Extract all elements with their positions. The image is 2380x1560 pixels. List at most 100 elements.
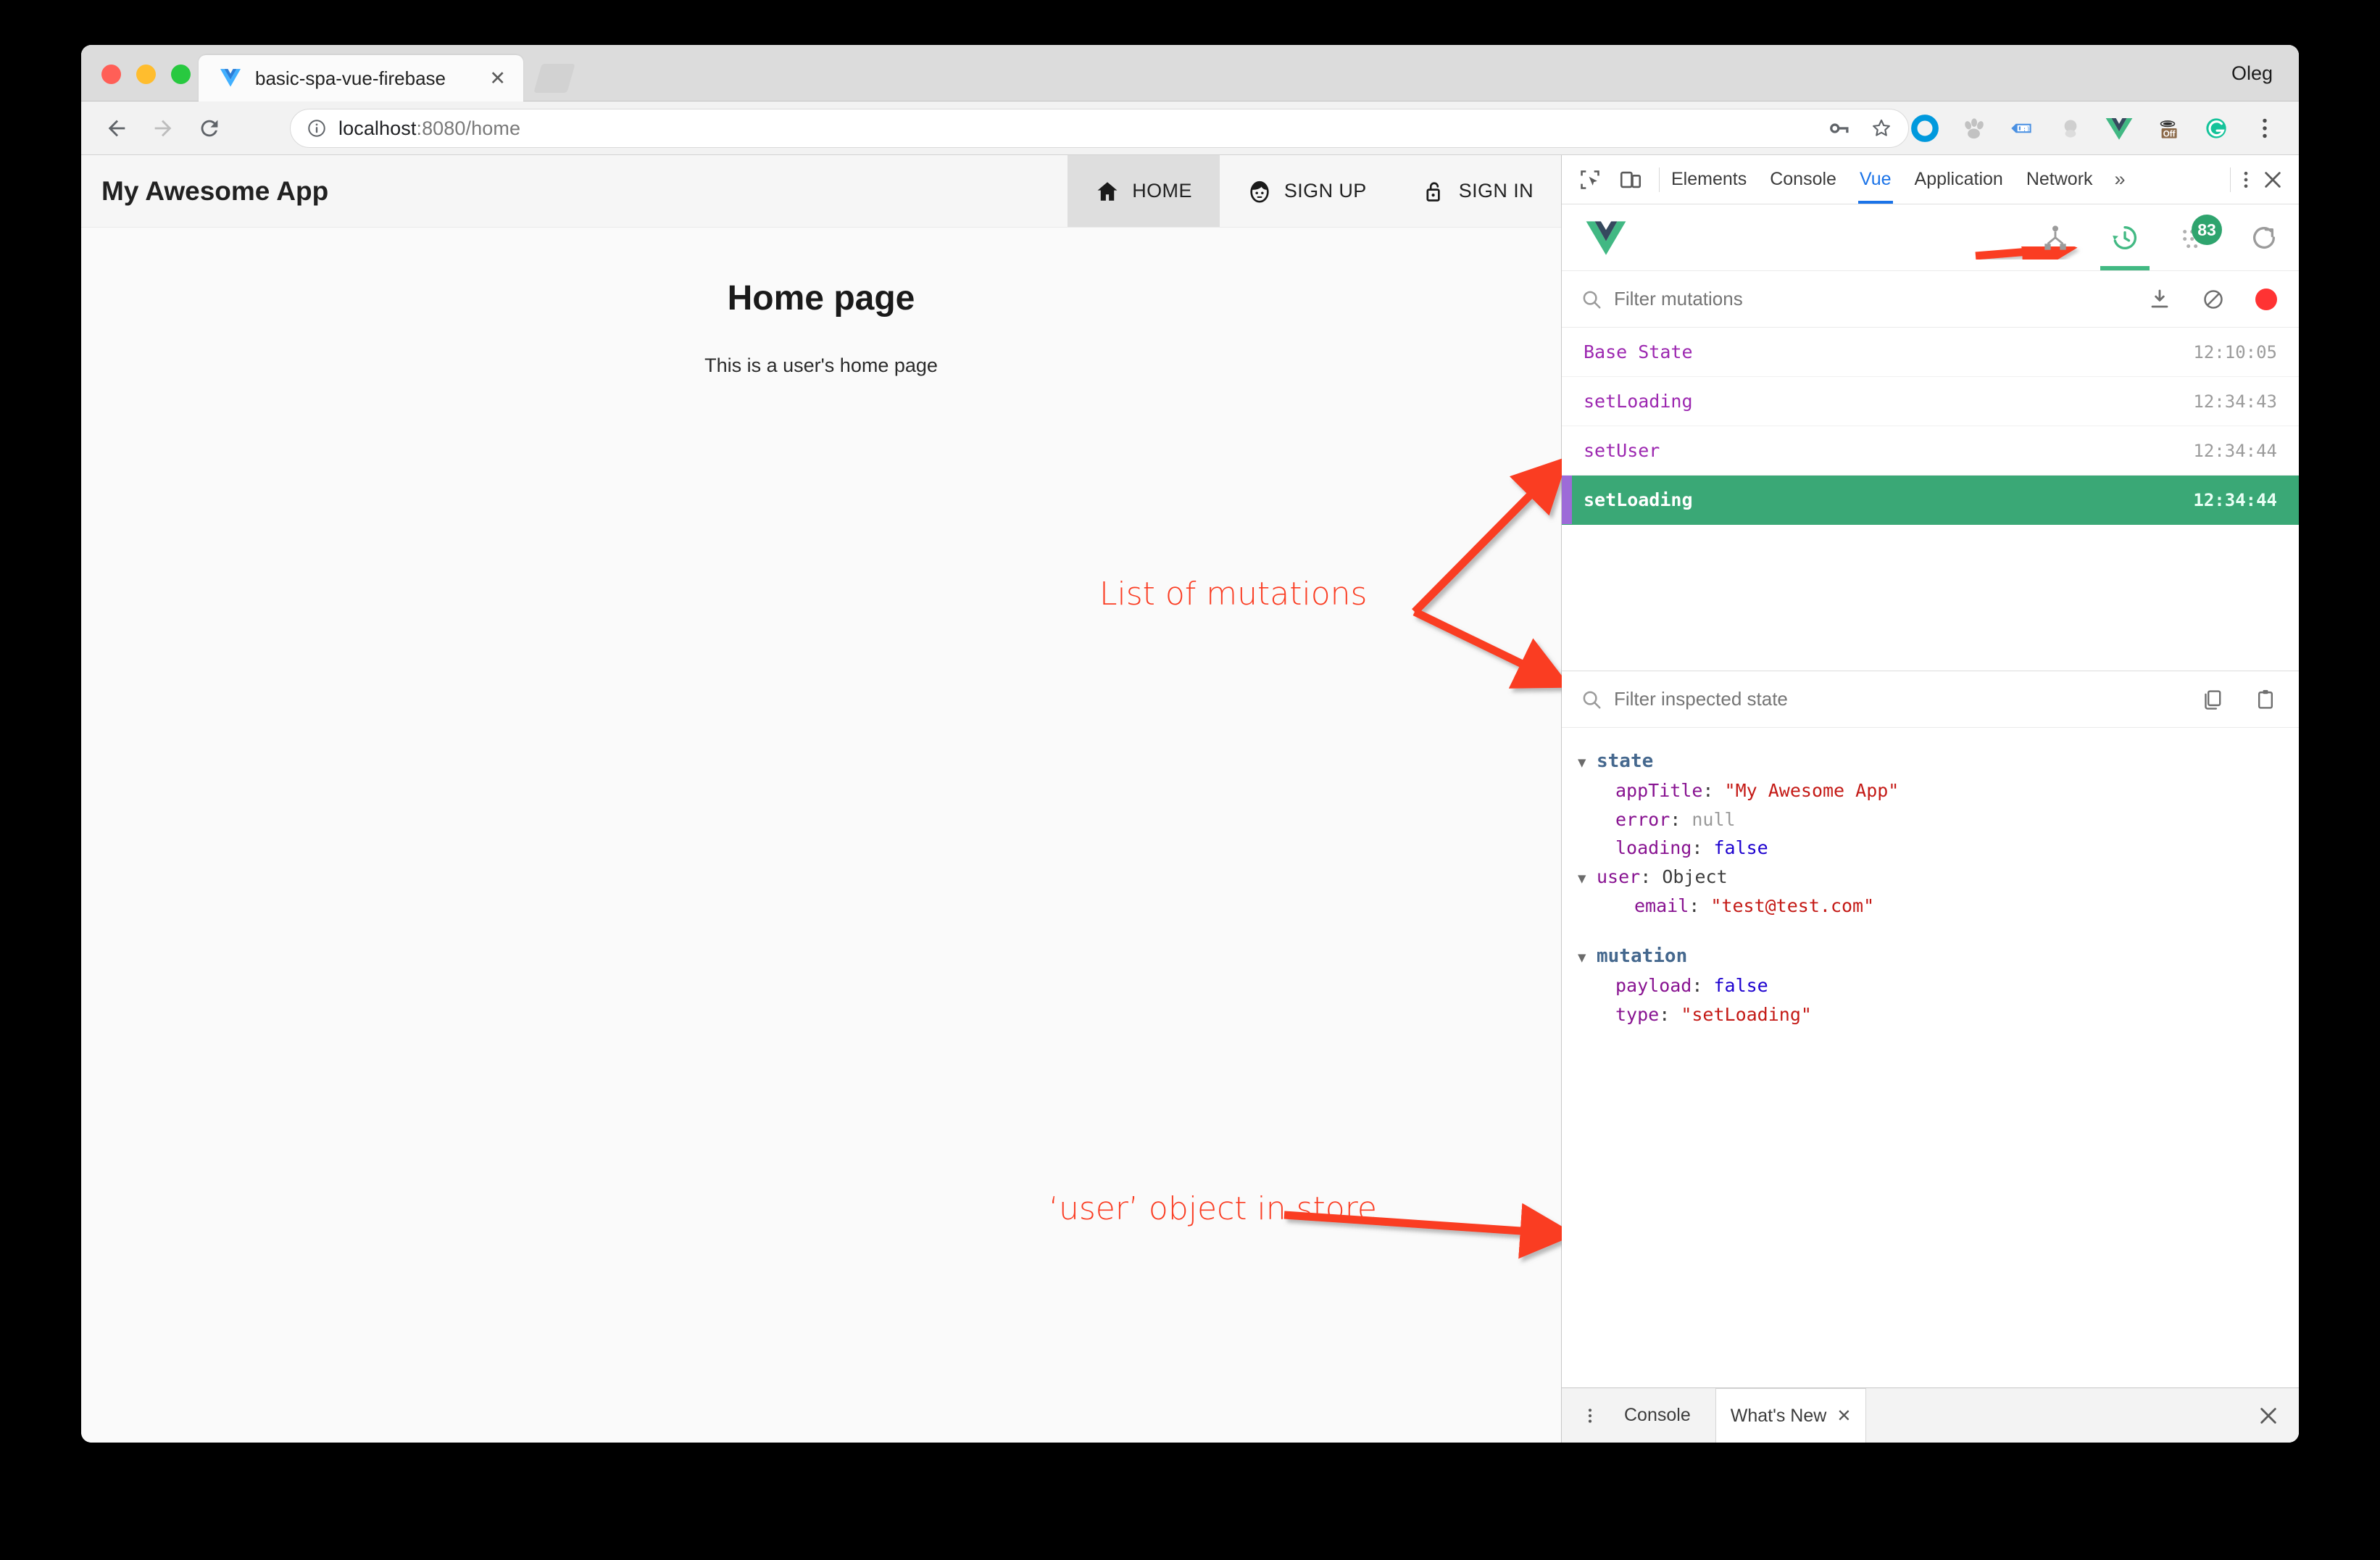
- svg-text::): :): [2023, 125, 2030, 133]
- forward-arrow-icon[interactable]: [151, 116, 175, 141]
- tag-icon[interactable]: :): [2007, 113, 2037, 144]
- paw-icon[interactable]: [1958, 113, 1989, 144]
- chevron-down-icon[interactable]: ▼: [1578, 750, 1597, 776]
- mutation-name: setUser: [1584, 440, 1660, 461]
- vue-action-component-tree[interactable]: [2021, 204, 2090, 270]
- vue-devtools-icon[interactable]: [2104, 113, 2134, 144]
- bookmark-star-icon[interactable]: [1871, 117, 1892, 139]
- search-icon: [1581, 689, 1602, 710]
- record-toggle-icon[interactable]: [2255, 289, 2277, 310]
- close-icon[interactable]: ✕: [489, 69, 506, 88]
- coffee-off-icon[interactable]: Off: [2152, 113, 2183, 144]
- tab-console[interactable]: Console: [1758, 155, 1848, 204]
- tree-value: Object: [1662, 863, 1727, 892]
- drawer-tab-whats-new[interactable]: What's New ✕: [1715, 1388, 1867, 1443]
- mutation-name: setLoading: [1584, 391, 1693, 412]
- tree-row-loading[interactable]: loading: false: [1578, 834, 2299, 863]
- mutations-list: Base State 12:10:05 setLoading 12:34:43 …: [1562, 328, 2299, 671]
- more-tabs-icon[interactable]: »: [2105, 168, 2136, 191]
- vue-action-vuex[interactable]: [2090, 204, 2160, 270]
- tree-row-error[interactable]: error: null: [1578, 805, 2299, 834]
- tab-vue[interactable]: Vue: [1848, 155, 1903, 204]
- browser-tab[interactable]: basic-spa-vue-firebase ✕: [199, 55, 523, 101]
- page-info-icon[interactable]: [307, 118, 327, 138]
- tab-application[interactable]: Application: [1903, 155, 2015, 204]
- browser-toolbar: localhost:8080/home: [81, 101, 2299, 155]
- tab-network[interactable]: Network: [2015, 155, 2105, 204]
- tree-group-state[interactable]: ▼ state: [1578, 747, 2299, 776]
- back-arrow-icon[interactable]: [104, 116, 129, 141]
- mutation-name: setLoading: [1584, 489, 1693, 510]
- drawer-menu-icon[interactable]: [1581, 1404, 1599, 1427]
- tree-group-label: mutation: [1597, 942, 1687, 971]
- tree-value: "My Awesome App": [1725, 776, 1900, 805]
- paste-clipboard-icon[interactable]: [2254, 688, 2277, 711]
- close-devtools-icon[interactable]: [2261, 168, 2284, 191]
- grammarly-icon[interactable]: [2201, 113, 2231, 144]
- tree-value: "test@test.com": [1710, 892, 1874, 921]
- address-bar[interactable]: localhost:8080/home: [290, 109, 1909, 148]
- profile-name[interactable]: Oleg: [2231, 62, 2273, 85]
- copy-icon[interactable]: [2200, 688, 2223, 711]
- maximize-window-button[interactable]: [171, 65, 191, 84]
- close-drawer-icon[interactable]: [2257, 1404, 2280, 1427]
- web-page: My Awesome App HOME: [81, 155, 1562, 1443]
- tree-key: error: [1615, 805, 1670, 834]
- gray-blob-icon[interactable]: [2055, 113, 2086, 144]
- navigation-buttons: [104, 116, 222, 141]
- drawer-tab-label: Console: [1624, 1405, 1691, 1426]
- mutation-row[interactable]: setUser 12:34:44: [1562, 426, 2299, 476]
- omnibox-actions: [1828, 117, 1892, 139]
- minimize-window-button[interactable]: [136, 65, 156, 84]
- chevron-down-icon[interactable]: ▼: [1578, 945, 1597, 971]
- nav-item-signin[interactable]: SIGN IN: [1394, 155, 1561, 227]
- url-host: localhost: [338, 117, 416, 139]
- export-icon[interactable]: [2148, 288, 2171, 311]
- inspector-tree: ▼ state appTitle: "My Awesome App" error…: [1562, 728, 2299, 1387]
- reload-icon[interactable]: [197, 116, 222, 141]
- opera-touch-icon[interactable]: [1910, 113, 1940, 144]
- mutation-row[interactable]: setLoading 12:34:43: [1562, 377, 2299, 426]
- devtools-drawer: Console What's New ✕: [1562, 1387, 2299, 1443]
- app-nav: HOME SIGN UP: [1068, 155, 1561, 227]
- filter-inspected-state-input[interactable]: [1614, 688, 2200, 710]
- mutation-row[interactable]: Base State 12:10:05: [1562, 328, 2299, 377]
- close-window-button[interactable]: [101, 65, 121, 84]
- home-icon: [1095, 179, 1120, 204]
- page-title: Home page: [81, 278, 1561, 318]
- filter-mutations-input[interactable]: [1614, 288, 2148, 310]
- tree-group-mutation[interactable]: ▼ mutation: [1578, 942, 2299, 971]
- inspect-element-icon[interactable]: [1578, 167, 1602, 192]
- mutation-row-selected[interactable]: setLoading 12:34:44: [1562, 476, 2299, 525]
- mutations-filter-actions: [2148, 288, 2277, 311]
- tree-row-user[interactable]: ▼ user: Object: [1578, 863, 2299, 892]
- new-tab-button[interactable]: [533, 64, 575, 93]
- vue-action-events[interactable]: 83: [2160, 204, 2229, 270]
- tree-row-appTitle[interactable]: appTitle: "My Awesome App": [1578, 776, 2299, 805]
- refresh-icon: [2250, 223, 2279, 252]
- device-toolbar-icon[interactable]: [1618, 167, 1643, 192]
- nav-item-home[interactable]: HOME: [1068, 155, 1220, 227]
- nav-item-signup[interactable]: SIGN UP: [1220, 155, 1394, 227]
- chevron-down-icon[interactable]: ▼: [1578, 866, 1597, 892]
- tree-value: null: [1692, 805, 1735, 834]
- devtools-tabbar: Elements Console Vue Application Network…: [1562, 155, 2299, 204]
- browser-titlebar: basic-spa-vue-firebase ✕ Oleg: [81, 45, 2299, 101]
- page-paragraph: This is a user's home page: [81, 354, 1561, 377]
- key-icon[interactable]: [1828, 117, 1850, 139]
- tree-value: false: [1713, 971, 1768, 1000]
- mutations-filter-row: [1562, 271, 2299, 328]
- tree-row-email[interactable]: email: "test@test.com": [1578, 892, 2299, 921]
- vue-action-refresh[interactable]: [2229, 204, 2299, 270]
- devtools-menu-icon[interactable]: [2235, 167, 2257, 192]
- tree-value: "setLoading": [1681, 1000, 1812, 1029]
- close-icon[interactable]: ✕: [1836, 1406, 1851, 1427]
- drawer-tab-console[interactable]: Console: [1610, 1396, 1705, 1435]
- tab-elements[interactable]: Elements: [1660, 155, 1758, 204]
- app-header: My Awesome App HOME: [81, 155, 1561, 228]
- clear-icon[interactable]: [2202, 288, 2225, 311]
- tree-row-type[interactable]: type: "setLoading": [1578, 1000, 2299, 1029]
- tree-row-payload[interactable]: payload: false: [1578, 971, 2299, 1000]
- url-path: :8080/home: [416, 117, 520, 139]
- chrome-menu-icon[interactable]: [2250, 113, 2280, 144]
